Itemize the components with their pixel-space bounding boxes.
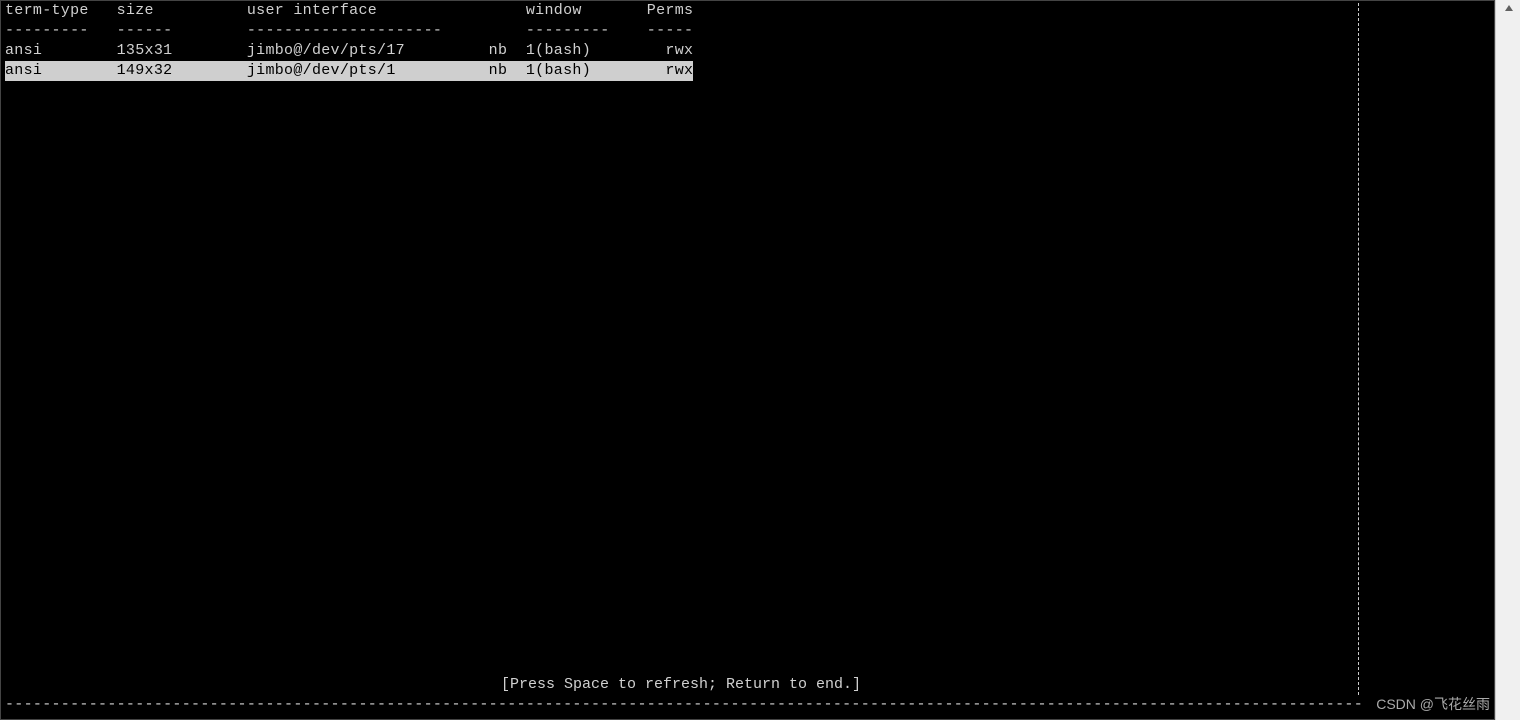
header-row: term-type size user interface window Per… — [5, 1, 1494, 21]
watermark: CSDN @飞花丝雨 — [1376, 694, 1490, 714]
scrollbar[interactable] — [1495, 0, 1520, 720]
header-dash-row: --------- ------ --------------------- -… — [5, 21, 1494, 41]
table-row[interactable]: ansi 149x32 jimbo@/dev/pts/1 nb 1(bash) … — [5, 61, 1494, 81]
terminal-window: term-type size user interface window Per… — [0, 0, 1495, 720]
bottom-dash-row: ----------------------------------------… — [5, 696, 1361, 713]
table-row[interactable]: ansi 135x31 jimbo@/dev/pts/17 nb 1(bash)… — [5, 41, 1494, 61]
vertical-divider — [1358, 3, 1359, 695]
scroll-up-icon[interactable] — [1496, 0, 1520, 22]
scroll-track[interactable] — [1496, 22, 1520, 720]
terminal-content[interactable]: term-type size user interface window Per… — [1, 1, 1494, 719]
status-hint: [Press Space to refresh; Return to end.] — [1, 676, 1361, 693]
